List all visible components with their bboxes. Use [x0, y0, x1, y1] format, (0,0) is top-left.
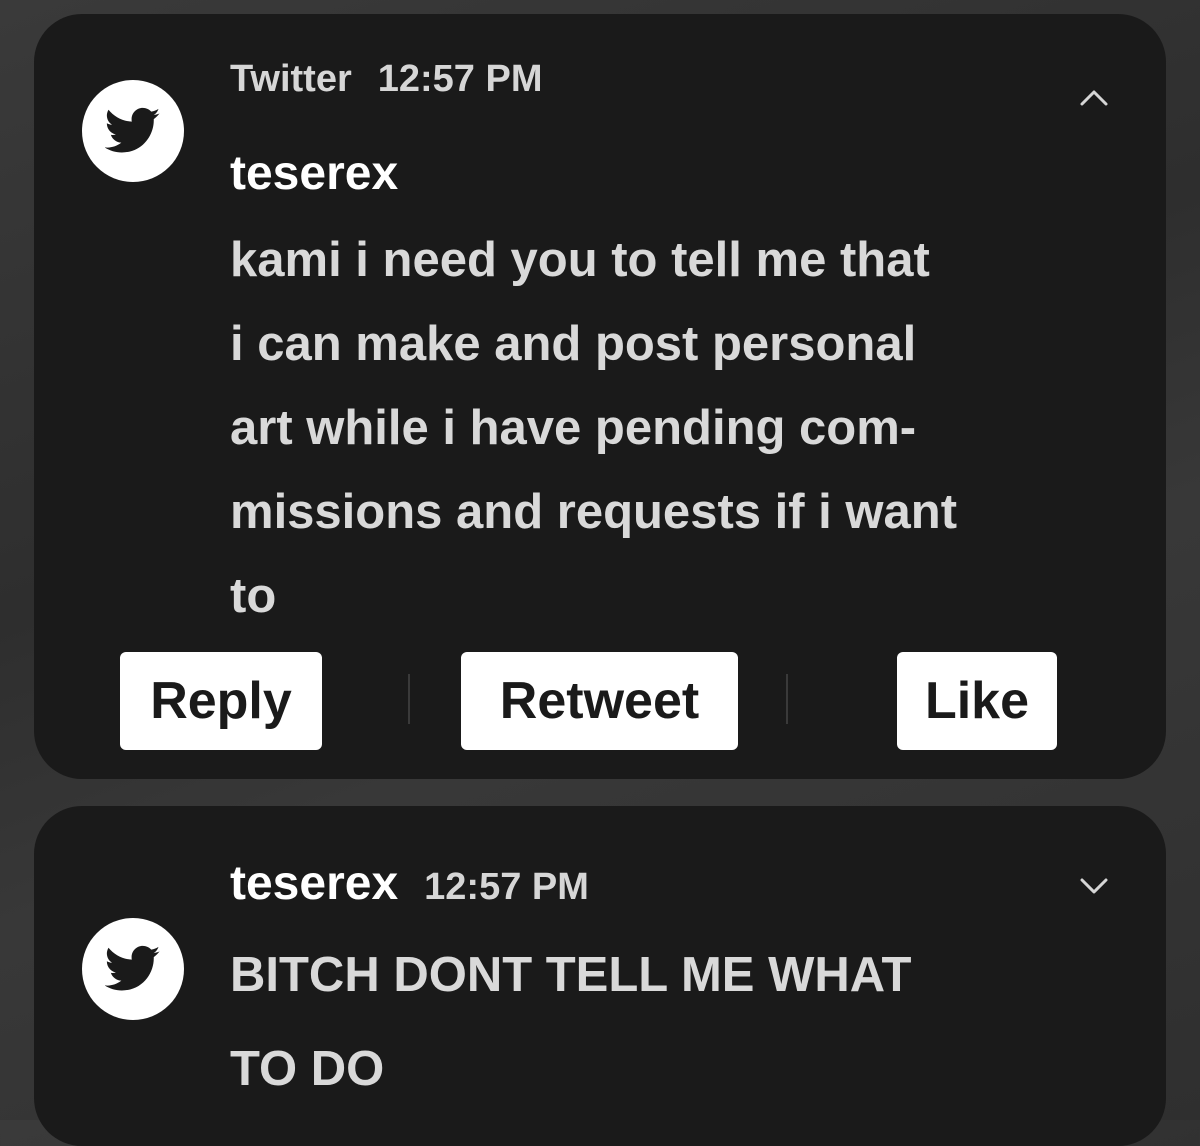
message-line: i can make and post personal — [230, 317, 917, 371]
notification-card-collapsed[interactable]: teserex 12:57 PM BITCH DONT TELL ME WHAT… — [34, 806, 1166, 1146]
message-line: to — [230, 569, 277, 623]
notification-time: 12:57 PM — [377, 58, 543, 100]
chevron-down-icon[interactable] — [1074, 866, 1114, 906]
message-body: kami i need you to tell me that i can ma… — [230, 218, 1110, 638]
retweet-button[interactable]: Retweet — [461, 652, 738, 750]
message-line: missions and requests if i want — [230, 485, 958, 539]
notification-card-expanded[interactable]: Twitter 12:57 PM teserex kami i need you… — [34, 14, 1166, 779]
notification-actions: Reply Retweet Like — [34, 652, 1166, 750]
notification-header: Twitter 12:57 PM — [230, 58, 543, 101]
twitter-bird-icon — [82, 918, 184, 1020]
sender-name: teserex — [230, 857, 399, 910]
action-divider — [786, 674, 788, 724]
message-line: TO DO — [230, 1042, 385, 1096]
app-name: Twitter — [230, 58, 352, 100]
notification-header: teserex 12:57 PM — [230, 856, 589, 911]
message-line: BITCH DONT TELL ME WHAT — [230, 948, 912, 1002]
message-line: art while i have pending com- — [230, 401, 917, 455]
notification-time: 12:57 PM — [424, 866, 589, 908]
reply-button[interactable]: Reply — [120, 652, 322, 750]
sender-name: teserex — [230, 147, 399, 200]
like-button[interactable]: Like — [897, 652, 1057, 750]
action-divider — [408, 674, 410, 724]
message-body: BITCH DONT TELL ME WHAT TO DO — [230, 928, 1110, 1116]
message-line: kami i need you to tell me that — [230, 233, 930, 287]
chevron-up-icon[interactable] — [1074, 78, 1114, 118]
twitter-bird-icon — [82, 80, 184, 182]
